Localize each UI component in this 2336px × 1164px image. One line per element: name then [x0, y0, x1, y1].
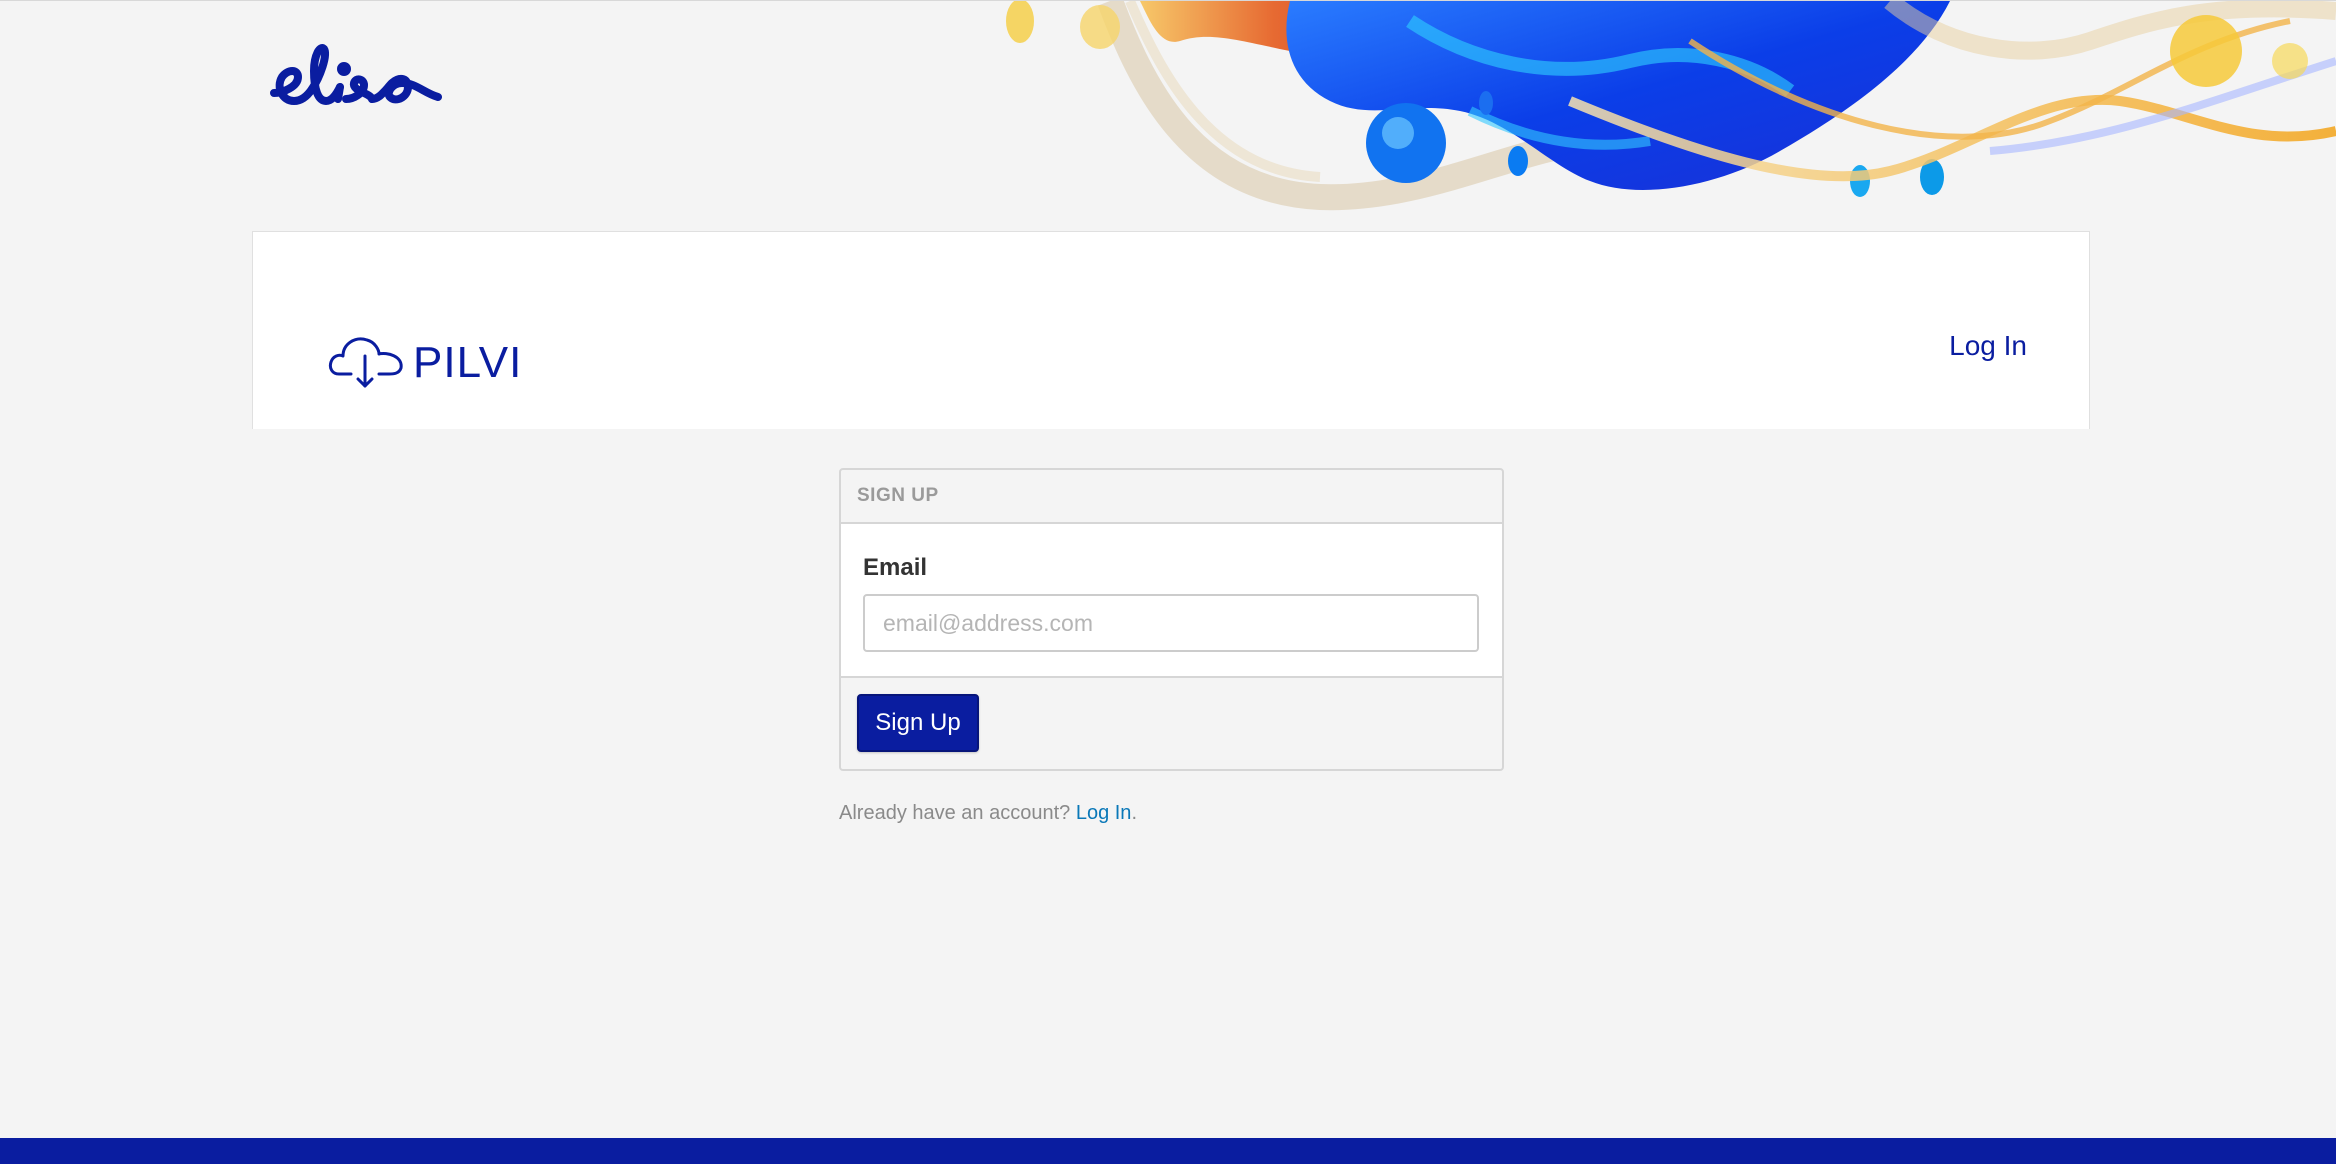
signup-panel-footer: Sign Up: [841, 678, 1502, 768]
login-link[interactable]: Log In: [1076, 802, 1132, 824]
elisa-logo[interactable]: [268, 41, 448, 125]
note-period: .: [1131, 802, 1137, 824]
footer-bar: [0, 1138, 2336, 1164]
signup-panel-heading: SIGN UP: [841, 470, 1502, 524]
hero-artwork: [990, 1, 2336, 211]
header-login-link[interactable]: Log In: [1949, 330, 2027, 362]
already-have-account-note: Already have an account? Log In.: [839, 802, 1137, 825]
signup-panel-body: Email: [841, 524, 1502, 678]
email-label: Email: [863, 554, 928, 581]
already-have-account-text: Already have an account?: [839, 802, 1076, 824]
email-field[interactable]: [863, 594, 1479, 652]
elisa-logo-mark: [270, 44, 442, 105]
signup-panel: SIGN UP Email Sign Up: [839, 468, 1504, 771]
page: PILVI Log In SIGN UP Email Sign Up Alrea…: [0, 0, 2336, 1164]
app-header: PILVI Log In: [252, 231, 2090, 429]
cloud-download-icon: [328, 337, 403, 388]
sign-up-button[interactable]: Sign Up: [857, 694, 979, 752]
pilvi-logo[interactable]: PILVI: [327, 328, 527, 392]
pilvi-wordmark: PILVI: [413, 338, 522, 387]
